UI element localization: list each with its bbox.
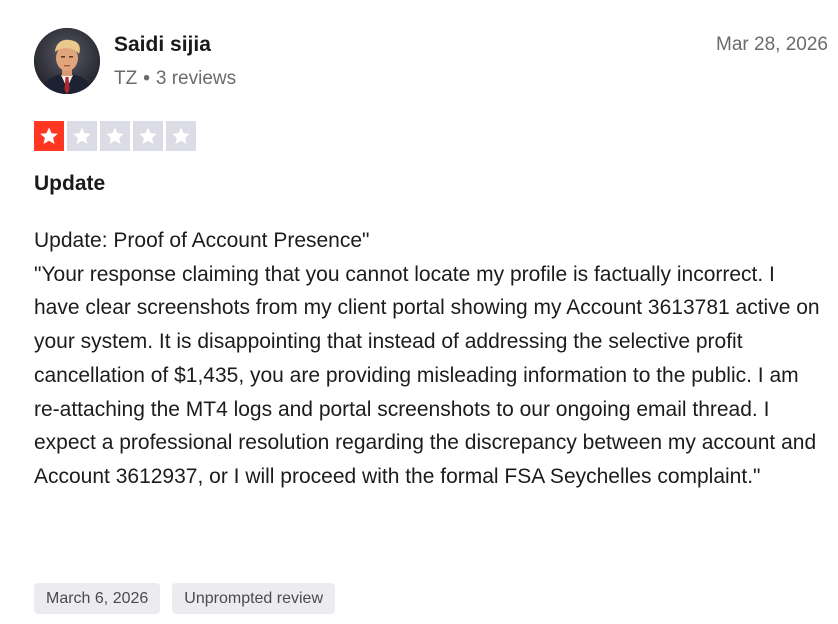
review-tags: March 6, 2026 Unprompted review [34,583,336,614]
reviewer-reviews-count: 3 reviews [155,68,237,89]
review-date: Mar 28, 2026 [716,34,828,55]
reviewer-info: Saidi sijia TZ • 3 reviews [114,32,236,90]
review-body: Update: Proof of Account Presence" "Your… [34,224,824,494]
reviewer-header: Saidi sijia TZ • 3 reviews [34,28,236,94]
avatar-image [34,28,100,94]
star-rating [34,121,196,151]
star-empty [100,121,130,151]
star-empty [67,121,97,151]
star-empty [133,121,163,151]
experience-date-tag: March 6, 2026 [34,583,161,614]
review-card: Saidi sijia TZ • 3 reviews Mar 28, 2026 … [0,0,838,624]
reviewer-country: TZ [114,68,138,89]
meta-separator: • [143,68,150,89]
review-title[interactable]: Update [34,171,105,197]
star-icon [40,127,58,144]
star-icon [73,127,91,144]
review-type-tag[interactable]: Unprompted review [172,583,336,614]
star-empty [166,121,196,151]
star-icon [106,127,124,144]
review-body-text: "Your response claiming that you cannot … [34,262,820,488]
reviewer-name[interactable]: Saidi sijia [114,32,236,58]
star-filled [34,121,64,151]
star-icon [172,127,190,144]
reviewer-meta: TZ • 3 reviews [114,68,236,90]
star-icon [139,127,157,144]
review-body-heading: Update: Proof of Account Presence" [34,229,370,252]
avatar[interactable] [34,28,100,94]
